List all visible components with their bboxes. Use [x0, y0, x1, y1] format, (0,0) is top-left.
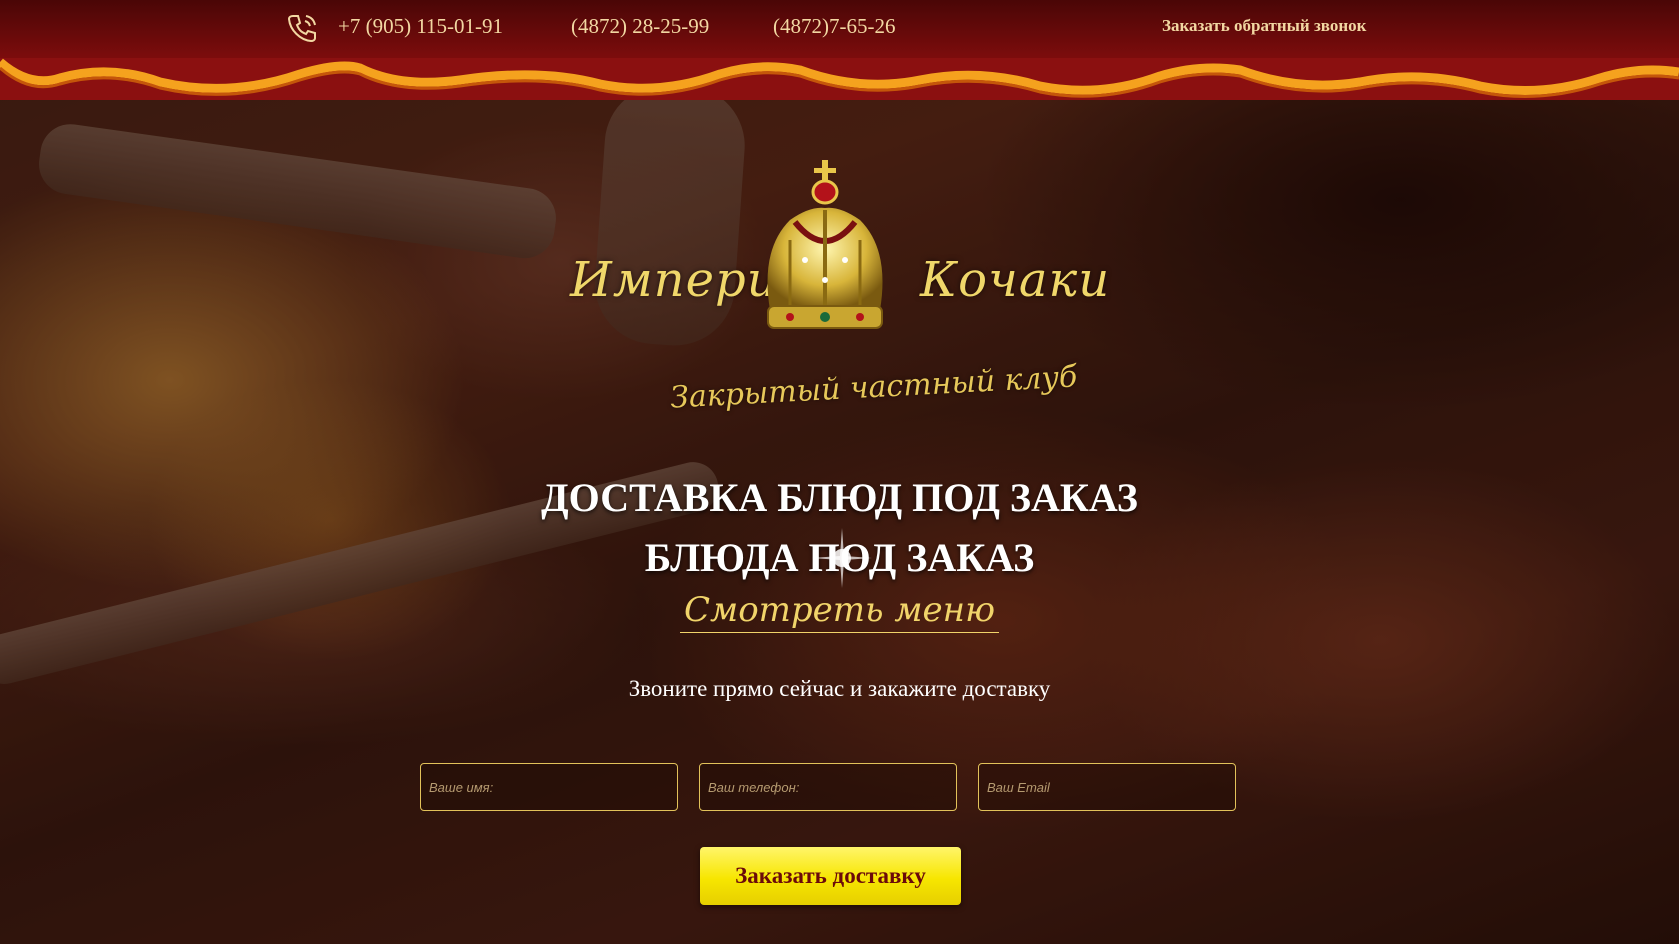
- phone-icon: [287, 15, 316, 43]
- callback-link[interactable]: Заказать обратный звонок: [1162, 16, 1366, 36]
- phone-field[interactable]: [699, 763, 957, 811]
- call-to-action-text: Звоните прямо сейчас и закажите доставку: [628, 676, 1051, 701]
- logo-brand-right: Кочаки: [920, 252, 1111, 308]
- email-field[interactable]: [978, 763, 1236, 811]
- view-menu-link[interactable]: Смотреть меню: [680, 590, 999, 633]
- phone-number-3[interactable]: (4872)7-65-26: [773, 14, 895, 39]
- crown-icon: [767, 160, 883, 329]
- curtain-scallop: [0, 58, 1679, 98]
- phone-number-2[interactable]: (4872) 28-25-99: [571, 14, 709, 39]
- name-field[interactable]: [420, 763, 678, 811]
- background-bone: [35, 120, 560, 263]
- phone-number-1[interactable]: +7 (905) 115-01-91: [338, 14, 503, 39]
- logo-tagline: Закрытый частный клуб: [669, 359, 1079, 416]
- order-delivery-button[interactable]: Заказать доставку: [700, 847, 961, 905]
- header-bar: +7 (905) 115-01-91 (4872) 28-25-99 (4872…: [0, 0, 1679, 100]
- view-menu-link-wrap: Смотреть меню: [0, 590, 1679, 633]
- sparkle-icon: [812, 528, 872, 588]
- headline-primary: ДОСТАВКА БЛЮД ПОД ЗАКАЗ: [541, 475, 1138, 520]
- logo[interactable]: Империя Кочаки Закрытый частный клуб: [560, 160, 1109, 430]
